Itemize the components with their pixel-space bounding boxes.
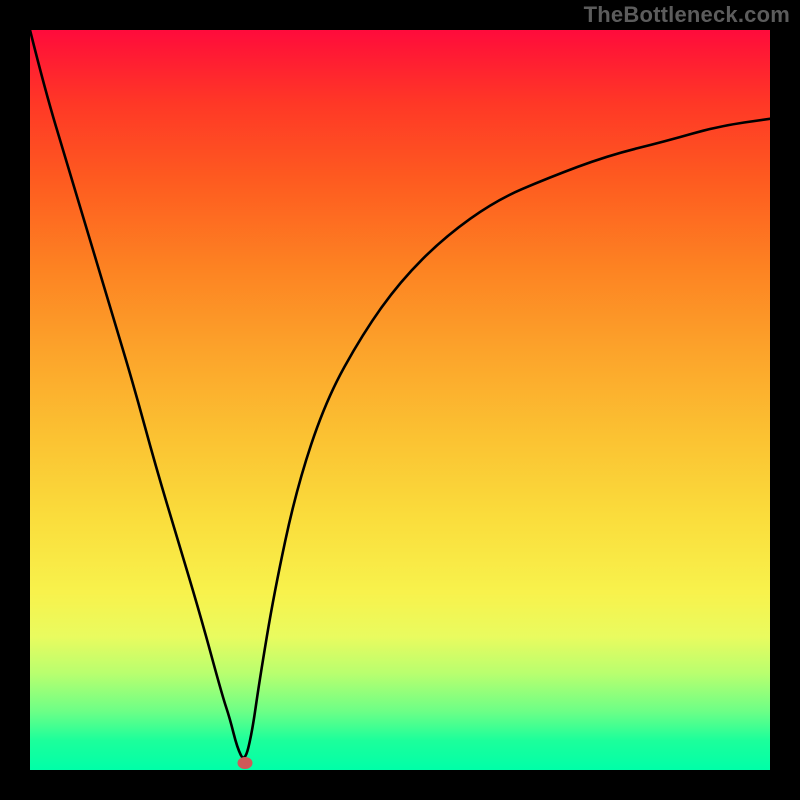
bottleneck-curve bbox=[30, 30, 770, 758]
watermark-label: TheBottleneck.com bbox=[584, 2, 790, 28]
curve-layer bbox=[30, 30, 770, 770]
chart-frame: TheBottleneck.com bbox=[0, 0, 800, 800]
vertex-marker bbox=[237, 757, 252, 769]
plot-area bbox=[30, 30, 770, 770]
